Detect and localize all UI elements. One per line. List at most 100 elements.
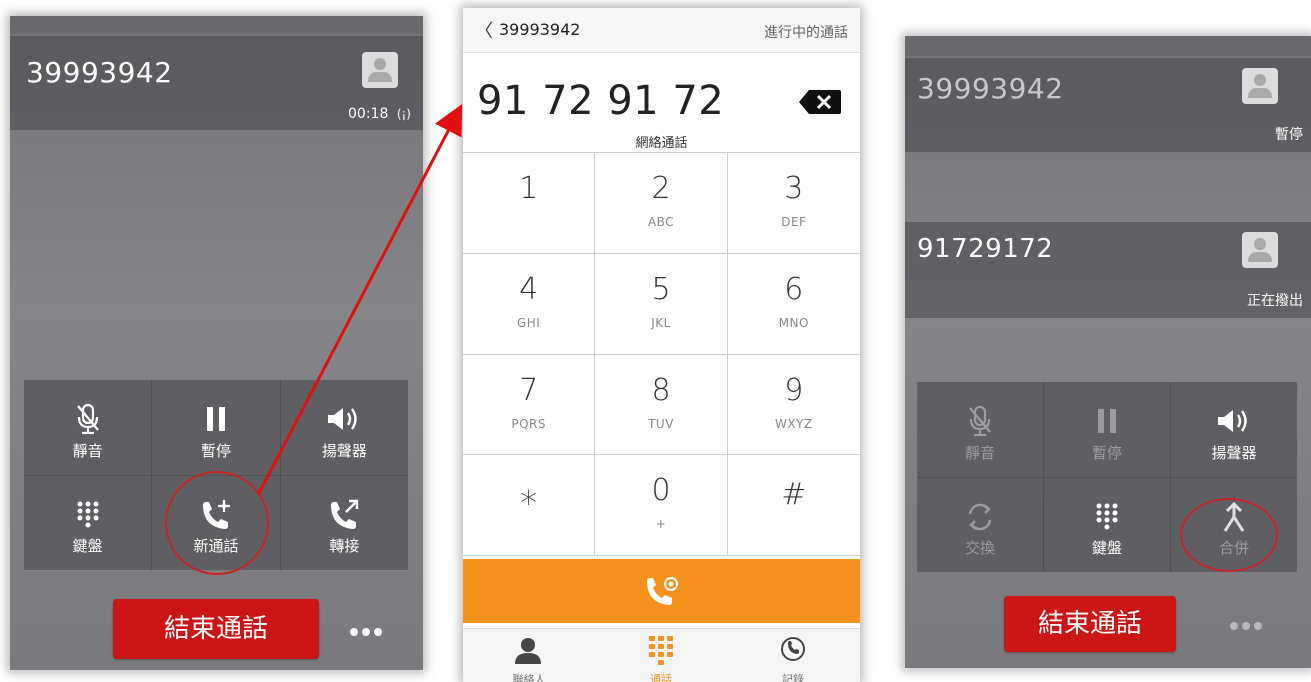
key-4[interactable]: 4 GHI bbox=[463, 253, 596, 355]
key-hash[interactable]: # bbox=[727, 455, 860, 556]
key-digit: ∗ bbox=[518, 477, 540, 518]
back-chevron-icon[interactable]: 〈 bbox=[475, 17, 493, 43]
transfer-button[interactable]: 轉接 bbox=[280, 475, 408, 570]
caller-avatar bbox=[362, 52, 398, 88]
mute-button[interactable]: 靜音 bbox=[24, 380, 152, 475]
key-digit: 0 bbox=[651, 473, 671, 509]
key-star[interactable]: ∗ bbox=[463, 455, 596, 556]
hold-button[interactable]: 暫停 bbox=[1044, 382, 1170, 477]
key-digit: 1 bbox=[519, 171, 539, 206]
speaker-icon bbox=[281, 402, 408, 436]
entered-number: 91 72 91 72 bbox=[477, 78, 725, 124]
speaker-button[interactable]: 揚聲器 bbox=[280, 380, 408, 475]
key-0[interactable]: 0 + bbox=[595, 455, 728, 556]
highlight-circle bbox=[165, 471, 269, 575]
tab-contacts[interactable]: 聯絡人 bbox=[463, 629, 595, 682]
tab-contacts-label: 聯絡人 bbox=[512, 673, 546, 682]
dial-call-button[interactable] bbox=[463, 559, 860, 623]
key-letters: PQRS bbox=[511, 416, 546, 431]
key-letters: GHI bbox=[516, 315, 541, 330]
key-letters: + bbox=[655, 517, 667, 532]
swap-icon bbox=[917, 500, 1043, 534]
key-3[interactable]: 3 DEF bbox=[727, 153, 860, 254]
key-8[interactable]: 8 TUV bbox=[595, 354, 728, 456]
transfer-icon bbox=[281, 498, 408, 532]
key-letters: ABC bbox=[647, 215, 675, 229]
mute-button[interactable]: 靜音 bbox=[917, 382, 1043, 477]
outgoing-call-status: 正在撥出 bbox=[1247, 293, 1303, 309]
key-digit: 3 bbox=[784, 171, 804, 206]
held-call-status: 暫停 bbox=[1275, 127, 1303, 143]
end-call-button[interactable]: 結束通話 bbox=[113, 599, 319, 659]
back-call-number[interactable]: 39993942 bbox=[499, 20, 580, 39]
swap-button[interactable]: 交換 bbox=[917, 477, 1043, 572]
key-letters: JKL bbox=[651, 315, 671, 330]
end-call-button[interactable]: 結束通話 bbox=[1004, 596, 1176, 652]
dial-keypad: 1 2 ABC 3 DEF 4 GHI 5 JKL 6 MNO 7 PQRS 8 TUV 9 W… bbox=[463, 152, 860, 556]
highlight-circle bbox=[1180, 498, 1278, 572]
active-call-screen: 39993942 00:18 (¡) 靜音 暫停 揚聲器 鍵盤 新通話 轉接 結… bbox=[10, 16, 423, 670]
network-call-label: 網絡通話 bbox=[635, 136, 688, 151]
outgoing-caller-avatar bbox=[1242, 232, 1278, 268]
call-timer: 00:18 bbox=[348, 106, 389, 122]
hold-button[interactable]: 暫停 bbox=[152, 380, 280, 475]
key-9[interactable]: 9 WXYZ bbox=[727, 355, 860, 456]
history-icon bbox=[779, 635, 807, 667]
dialer-header: 〈 39993942 進行中的通話 bbox=[463, 8, 860, 53]
tab-dialpad-label: 通話 bbox=[650, 673, 672, 682]
key-digit: 2 bbox=[651, 171, 671, 206]
status-strip bbox=[10, 16, 423, 34]
conference-call-screen: 39993942 暫停 91729172 正在撥出 靜音 暫停 揚聲器 交換 鍵… bbox=[905, 36, 1311, 668]
contacts-icon bbox=[513, 637, 543, 669]
status-strip bbox=[905, 36, 1311, 56]
caller-band: 39993942 00:18 (¡) bbox=[10, 36, 423, 130]
phone-call-icon bbox=[643, 575, 681, 611]
more-options-icon[interactable] bbox=[1230, 622, 1262, 630]
held-caller-number: 39993942 bbox=[917, 72, 1064, 105]
keypad-button[interactable]: 鍵盤 bbox=[1044, 477, 1170, 572]
key-1[interactable]: 1 bbox=[463, 153, 596, 254]
speaker-button[interactable]: 揚聲器 bbox=[1171, 382, 1297, 477]
key-digit: 6 bbox=[784, 271, 804, 307]
swap-label: 交換 bbox=[964, 539, 995, 557]
key-digit: 9 bbox=[784, 372, 804, 408]
call-timer-row: 00:18 (¡) bbox=[348, 106, 411, 122]
keypad-icon bbox=[1044, 500, 1170, 534]
keypad-label: 鍵盤 bbox=[72, 537, 103, 555]
speaker-label: 揚聲器 bbox=[1211, 443, 1257, 462]
speaker-label: 揚聲器 bbox=[321, 441, 367, 460]
keypad-label: 鍵盤 bbox=[1091, 539, 1122, 557]
key-letters: TUV bbox=[648, 416, 674, 431]
keypad-button[interactable]: 鍵盤 bbox=[24, 475, 152, 570]
tab-history-label: 記錄 bbox=[782, 673, 804, 682]
pause-icon bbox=[1044, 404, 1170, 438]
key-7[interactable]: 7 PQRS bbox=[463, 354, 596, 456]
key-6[interactable]: 6 MNO bbox=[727, 254, 860, 355]
key-digit: 7 bbox=[519, 372, 539, 408]
held-caller-avatar bbox=[1242, 68, 1278, 104]
tab-history[interactable]: 記錄 bbox=[727, 629, 859, 682]
key-letters: WXYZ bbox=[775, 416, 813, 431]
signal-icon: (¡) bbox=[396, 107, 411, 121]
dialpad-icon bbox=[648, 635, 674, 669]
mute-label: 靜音 bbox=[72, 441, 103, 460]
ongoing-call-link[interactable]: 進行中的通話 bbox=[764, 22, 848, 42]
hold-label: 暫停 bbox=[200, 441, 231, 460]
hold-label: 暫停 bbox=[1091, 443, 1122, 462]
mic-off-icon bbox=[917, 404, 1043, 438]
tab-dialpad[interactable]: 通話 bbox=[595, 629, 727, 682]
pause-icon bbox=[152, 402, 279, 436]
key-5[interactable]: 5 JKL bbox=[595, 253, 728, 355]
key-digit: # bbox=[781, 477, 807, 513]
more-options-icon[interactable] bbox=[350, 628, 382, 636]
key-letters: DEF bbox=[781, 215, 807, 229]
key-digit: 8 bbox=[651, 372, 671, 408]
backspace-icon[interactable] bbox=[799, 90, 841, 114]
key-2[interactable]: 2 ABC bbox=[595, 153, 728, 254]
speaker-icon bbox=[1171, 404, 1297, 438]
transfer-label: 轉接 bbox=[329, 537, 360, 555]
caller-number: 39993942 bbox=[26, 56, 173, 89]
dialer-screen: 〈 39993942 進行中的通話 91 72 91 72 網絡通話 1 2 AB… bbox=[463, 8, 860, 682]
key-letters: MNO bbox=[778, 315, 809, 330]
mic-off-icon bbox=[24, 402, 151, 436]
